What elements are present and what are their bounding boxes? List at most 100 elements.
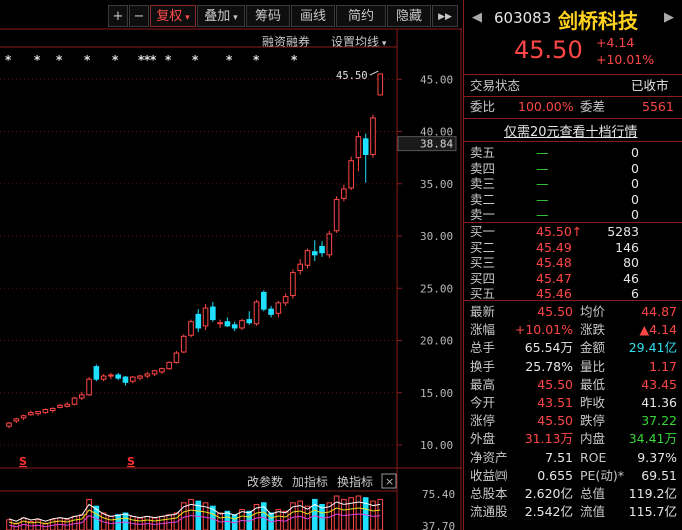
- sell-order-label: 卖一: [470, 207, 496, 222]
- sell-order-row: 卖三 — 0: [464, 176, 682, 192]
- event-star-icon: *: [253, 53, 260, 67]
- sell-order-volume: 0: [631, 191, 639, 207]
- stat-value: 45.50: [537, 376, 573, 392]
- candle-body: [275, 302, 282, 314]
- sell-order-volume: 0: [631, 160, 639, 176]
- candle-body: [224, 321, 231, 327]
- diff-label: 委差: [580, 99, 606, 114]
- stat-label: 收益㈣: [470, 467, 508, 483]
- stats-row: 总股本 2.620亿 总值 119.2亿: [464, 485, 682, 503]
- status-value: 已收市: [631, 78, 669, 93]
- stats-row: 最新 45.50 均价 44.87: [464, 303, 682, 321]
- buy-order-volume: 46: [623, 270, 639, 286]
- candle-body: [326, 233, 333, 256]
- ten-level-quote-link[interactable]: 仅需20元查看十档行情: [504, 121, 638, 140]
- price-tick-label: 45.00: [420, 73, 453, 86]
- candle-body: [13, 418, 20, 422]
- stat-label: PE(动)*: [580, 467, 624, 483]
- candle-body: [246, 319, 253, 324]
- stats-row: 换手 25.78% 量比 1.17: [464, 358, 682, 376]
- sell-order-row: 卖一 — 0: [464, 207, 682, 223]
- candle-body: [57, 404, 63, 408]
- candle-body: [93, 366, 100, 380]
- kline-chart-panel[interactable]: + − 复权 ▾ 叠加 ▾ 筹码 画线 简约 隐藏 ▶▶ 融资融券 设置均线 ▾…: [0, 0, 462, 530]
- price-tick-label: 10.00: [420, 439, 453, 452]
- event-star-icon: *: [56, 53, 63, 67]
- stat-value: 1.17: [649, 358, 677, 374]
- stat-label: 最新: [470, 304, 496, 319]
- stats-row: 最高 45.50 最低 43.45: [464, 376, 682, 394]
- candle-body: [35, 411, 41, 415]
- candle-body: [333, 198, 340, 232]
- sell-order-row: 卖二 — 0: [464, 192, 682, 208]
- stat-value: 69.51: [641, 467, 677, 483]
- stats-row: 涨幅 +10.01% 涨跌 ▲4.14: [464, 321, 682, 339]
- close-x-glyph: ×: [385, 475, 394, 488]
- price-change-pct: +10.01%: [596, 52, 655, 67]
- sell-order-label: 卖三: [470, 176, 496, 191]
- stat-value: 45.50: [537, 413, 573, 429]
- stat-label: 最低: [580, 376, 606, 392]
- last-price: 45.50: [514, 36, 583, 64]
- candle-body: [20, 415, 27, 419]
- ratio-value: 100.00%: [518, 99, 574, 114]
- stat-label: 内盘: [580, 431, 606, 447]
- candle-body: [42, 408, 49, 414]
- stat-value: +10.01%: [514, 322, 573, 338]
- volume-bar: [6, 519, 12, 530]
- candle-body: [86, 378, 92, 396]
- candle-body: [144, 373, 151, 377]
- max-price-label: 45.50: [336, 70, 368, 82]
- candle-body: [202, 307, 209, 327]
- event-star-icon: *: [226, 53, 233, 67]
- sell-order-volume: 0: [631, 176, 639, 191]
- candle-body: [253, 301, 260, 325]
- event-star-icon: *: [192, 53, 199, 67]
- stat-value: 119.2亿: [628, 486, 677, 501]
- sell-order-price: —: [536, 160, 549, 176]
- price-change: +4.14: [596, 35, 635, 50]
- price-chart-canvas[interactable]: 45.0040.0035.0030.0025.0020.0015.0010.00…: [0, 0, 462, 530]
- stat-label: 换手: [470, 358, 496, 374]
- candle-body: [108, 374, 114, 377]
- buy-order-row: 买四 45.47 46: [464, 271, 682, 287]
- split-s-marker: S: [19, 455, 27, 468]
- status-row: 交易状态 已收市: [464, 77, 682, 95]
- prev-stock-icon[interactable]: ◀: [472, 10, 482, 25]
- buy-order-volume: 80: [623, 255, 639, 270]
- stat-value: 29.41亿: [628, 340, 677, 356]
- quote-panel: ◀ ▶ 603083 剑桥科技 45.50 +4.14 +10.01% 交易状态…: [463, 0, 682, 530]
- next-stock-icon[interactable]: ▶: [664, 10, 674, 25]
- candle-body: [362, 138, 369, 155]
- stats-row: 流通股 2.542亿 流值 115.7亿: [464, 503, 682, 521]
- stat-value: 31.13万: [524, 431, 573, 447]
- stat-label: 昨收: [580, 395, 606, 410]
- sell-order-row: 卖四 — 0: [464, 161, 682, 177]
- stats-row: 净资产 7.51 ROE 9.37%: [464, 449, 682, 467]
- stat-value: 9.37%: [637, 449, 677, 465]
- stock-code: 603083: [494, 9, 552, 27]
- stat-value: 115.7亿: [628, 504, 677, 520]
- price-tick-label: 30.00: [420, 230, 453, 243]
- event-star-icon: *: [5, 53, 12, 67]
- candle-body: [355, 136, 362, 159]
- stat-label: 跌停: [580, 413, 606, 429]
- stat-value: 2.620亿: [524, 486, 573, 501]
- price-tick-label: 15.00: [420, 387, 453, 400]
- candle-body: [122, 376, 129, 383]
- stat-label: 外盘: [470, 431, 496, 447]
- event-star-icon: *: [34, 53, 41, 67]
- buy-order-volume: 5283: [607, 224, 639, 239]
- sell-order-price: —: [536, 207, 549, 222]
- stats-row: 外盘 31.13万 内盘 34.41万: [464, 430, 682, 448]
- split-s-marker: S: [127, 455, 135, 468]
- stats-row: 涨停 45.50 跌停 37.22: [464, 412, 682, 430]
- sell-order-volume: 0: [631, 207, 639, 222]
- stat-value: 7.51: [545, 449, 573, 465]
- stat-label: 总值: [580, 486, 606, 501]
- stat-label: 量比: [580, 358, 606, 374]
- stat-label: 今开: [470, 395, 496, 410]
- volume-bar: [275, 509, 282, 530]
- buy-order-label: 买四: [470, 270, 496, 286]
- stat-value: 43.45: [641, 376, 677, 392]
